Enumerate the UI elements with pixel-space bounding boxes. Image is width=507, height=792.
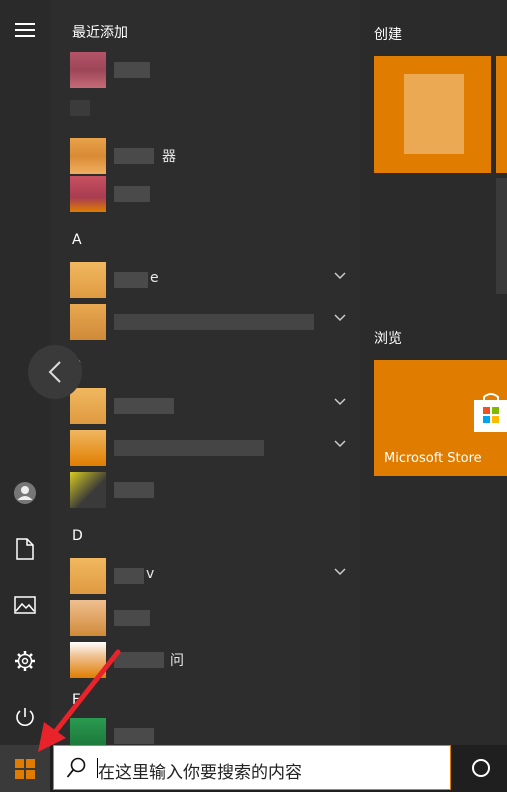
app-list-item[interactable] [70,430,350,466]
user-icon [14,482,36,504]
blurred-label [114,186,150,202]
app-list-item[interactable] [70,100,350,136]
placeholder-tile[interactable] [496,178,507,294]
pictures-button[interactable] [0,583,50,627]
blurred-label [114,568,144,584]
windows-logo-icon [15,758,35,779]
blurred-label [114,272,148,288]
app-list-item[interactable]: e [70,262,350,298]
app-list-item[interactable]: v [70,558,350,594]
section-header-d[interactable]: D [72,528,83,544]
blurred-label [114,148,154,164]
app-label: 器 [162,149,176,165]
chevron-down-icon[interactable] [334,568,346,576]
app-label: e [150,270,159,286]
hamburger-icon [15,23,35,37]
app-list-item[interactable]: 问 [70,642,350,678]
app-label: v [146,566,155,582]
power-icon [16,708,34,726]
blurred-tile-image [404,74,464,154]
blurred-label [114,314,314,330]
chevron-down-icon[interactable] [334,398,346,406]
app-label: 问 [170,653,184,669]
app-icon [70,472,106,508]
blurred-label [114,728,154,744]
store-label: Microsoft Store [384,451,482,466]
app-icon [70,718,106,745]
blurred-label [114,440,264,456]
chevron-down-icon[interactable] [334,314,346,322]
app-icon [70,176,106,212]
app-list-item[interactable] [70,52,350,88]
blurred-label [114,62,150,78]
expand-menu-button[interactable] [0,8,50,52]
settings-button[interactable] [0,639,50,683]
gear-icon [15,651,35,671]
app-icon [70,642,106,678]
blurred-label [114,610,150,626]
blurred-label [114,482,154,498]
app-icon [70,52,106,88]
app-list[interactable]: 最近添加 器 A e B [50,0,360,745]
tile-group-browse[interactable]: 浏览 [374,328,402,348]
start-button[interactable] [0,745,50,792]
microsoft-store-tile[interactable]: Microsoft Store [374,360,507,476]
search-box[interactable]: 在这里输入你要搜索的内容 [53,745,451,790]
app-list-item[interactable] [70,388,350,424]
create-tile[interactable] [374,56,491,173]
app-icon [70,430,106,466]
blurred-label [114,652,164,668]
app-icon [70,558,106,594]
chevron-left-icon [48,361,61,383]
blurred-label [114,398,174,414]
recent-header: 最近添加 [72,25,128,41]
chevron-down-icon[interactable] [334,272,346,280]
search-icon [66,757,86,778]
app-icon [70,388,106,424]
documents-button[interactable] [0,527,50,571]
app-icon [70,600,106,636]
tile-group-create[interactable]: 创建 [374,24,402,44]
back-button[interactable] [28,345,82,399]
blurred-label [70,100,90,116]
chevron-down-icon[interactable] [334,440,346,448]
app-list-item[interactable] [70,176,350,212]
store-bag-icon [474,393,507,432]
app-icon [70,262,106,298]
app-icon [70,304,106,340]
picture-icon [14,596,36,614]
app-list-item[interactable] [70,472,350,508]
app-list-item[interactable] [70,718,350,745]
section-header-a[interactable]: A [72,232,82,248]
app-list-item[interactable] [70,600,350,636]
app-list-item[interactable] [70,304,350,340]
app-list-item[interactable]: 器 [70,138,350,174]
document-icon [16,538,34,560]
cortana-icon[interactable] [470,757,492,779]
power-button[interactable] [0,695,50,739]
create-tile-partial[interactable] [496,56,507,173]
section-header-e[interactable]: E [72,692,81,708]
taskbar: 在这里输入你要搜索的内容 [0,745,507,792]
tiles-pane: 创建 浏览 Microsoft Store [360,0,507,745]
account-button[interactable] [0,471,50,515]
search-placeholder[interactable]: 在这里输入你要搜索的内容 [98,758,302,783]
app-icon [70,138,106,174]
